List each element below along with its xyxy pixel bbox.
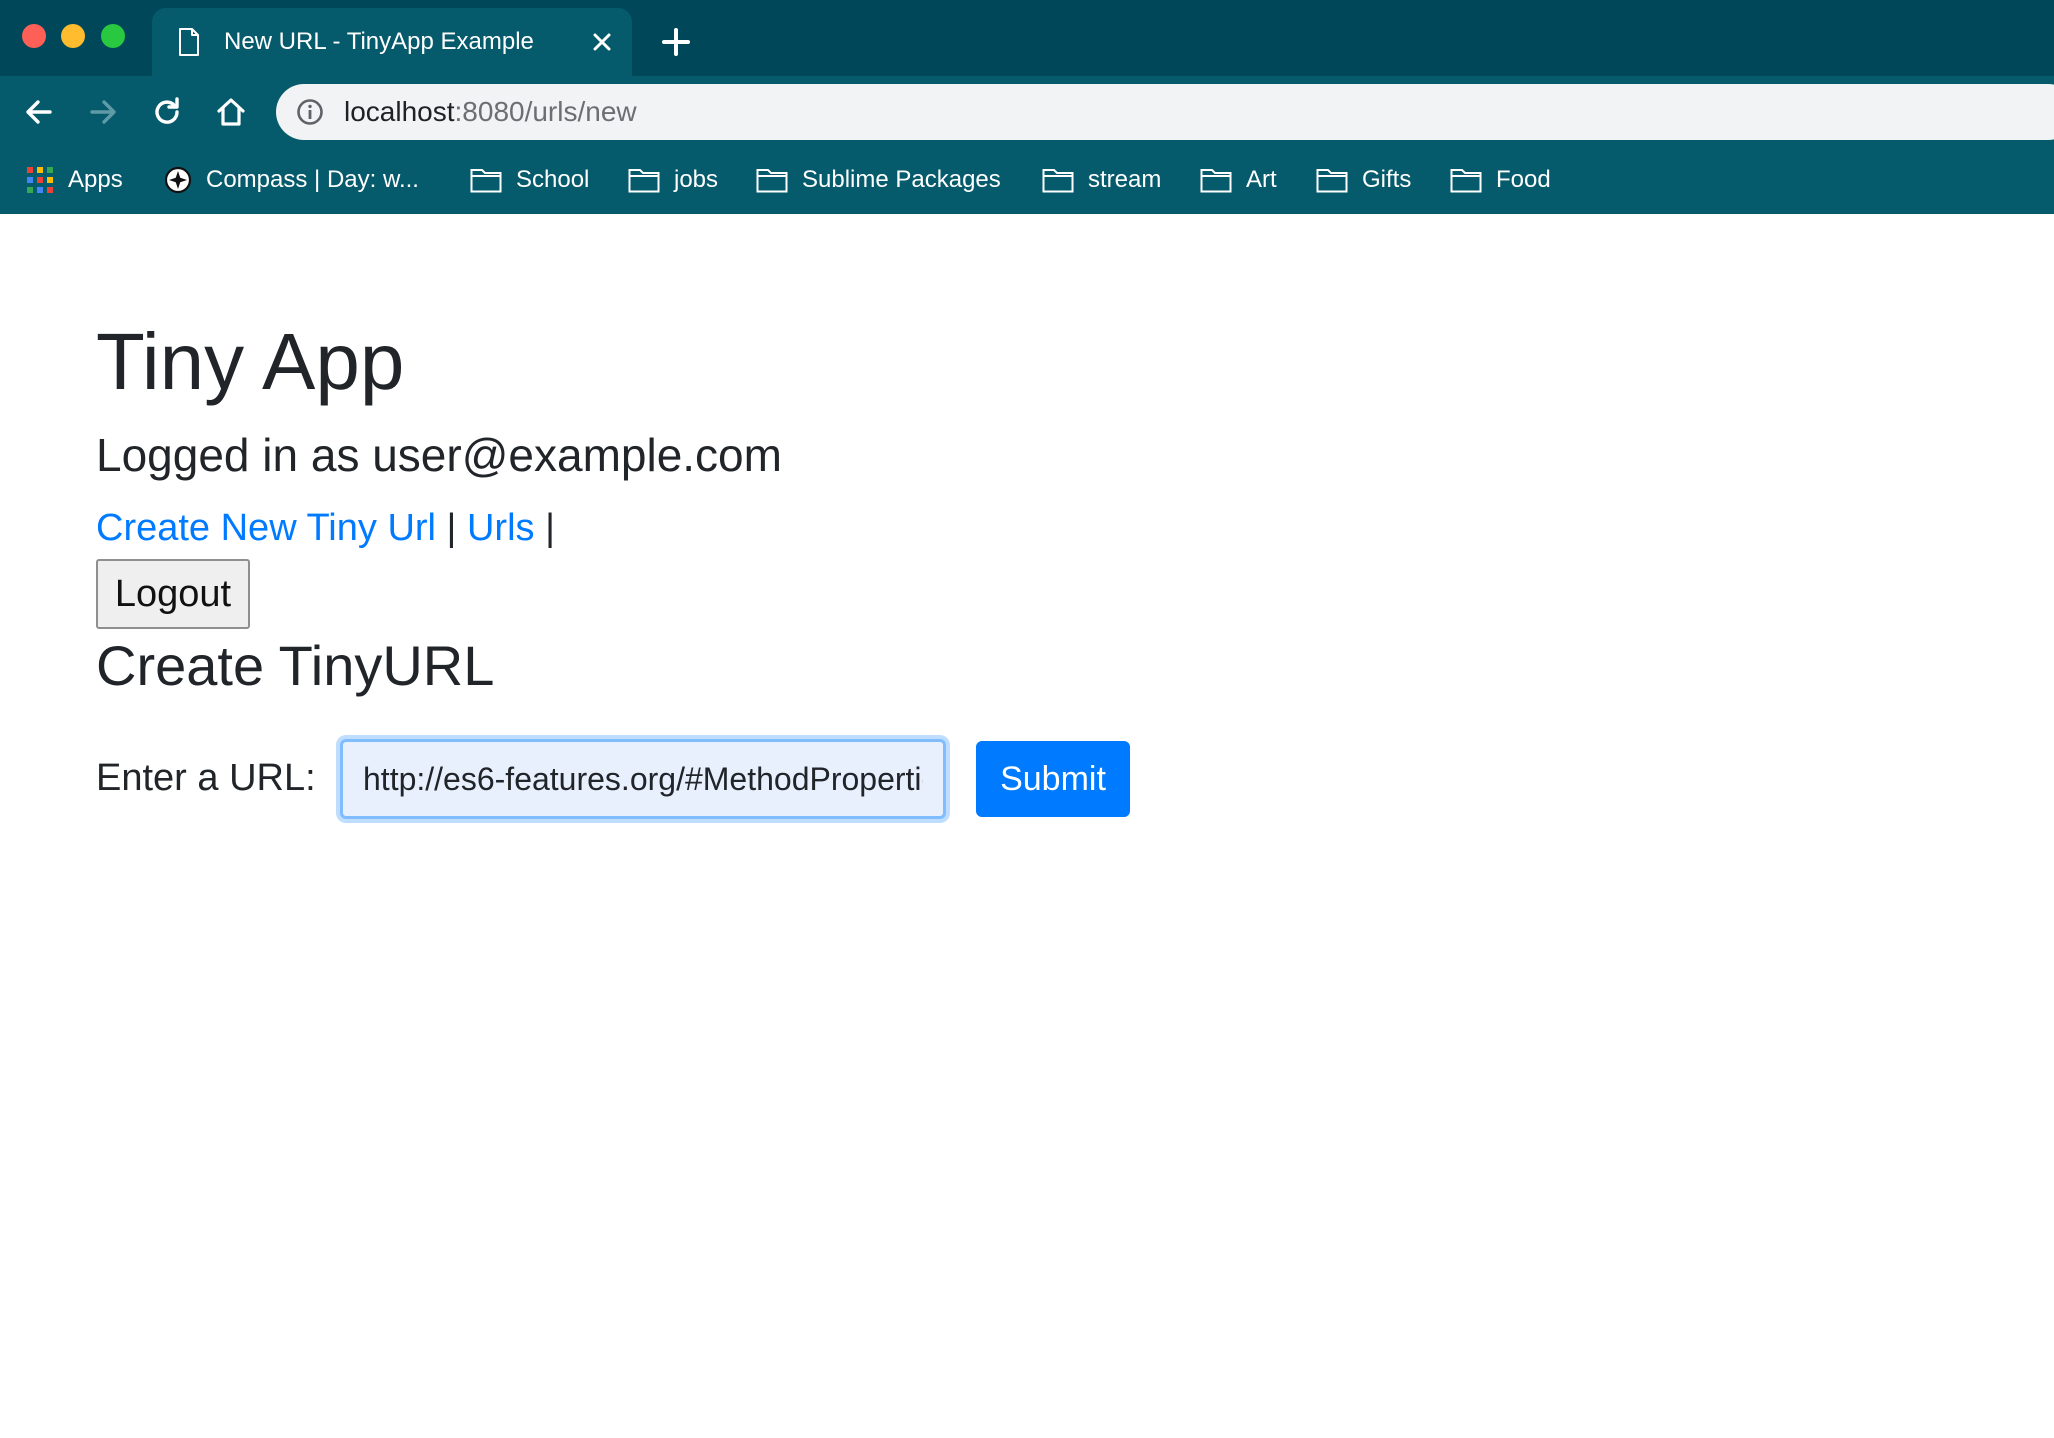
maximize-window-button[interactable] xyxy=(101,24,125,48)
folder-icon xyxy=(470,169,502,193)
bookmark-label: Apps xyxy=(68,166,123,193)
bookmark-label: Gifts xyxy=(1362,166,1412,193)
folder-icon xyxy=(1450,169,1482,193)
bookmark-label: Food xyxy=(1496,166,1551,193)
bookmarks-bar: Apps Compass | Day: w... School jobs Sub… xyxy=(0,148,2054,215)
folder-icon xyxy=(1200,169,1232,193)
create-new-tiny-url-link[interactable]: Create New Tiny Url xyxy=(96,507,436,549)
tab-strip: New URL - TinyApp Example xyxy=(0,0,2054,76)
browser-toolbar: localhost:8080/urls/new xyxy=(0,76,2054,148)
long-url-input[interactable] xyxy=(340,739,946,819)
nav-separator: | xyxy=(545,507,555,549)
apps-grid-icon xyxy=(27,167,53,193)
bookmark-label: School xyxy=(516,166,590,193)
info-icon[interactable] xyxy=(296,98,324,126)
app-title: Tiny App xyxy=(96,317,405,406)
address-url: localhost:8080/urls/new xyxy=(344,97,637,127)
folder-icon xyxy=(756,169,788,193)
home-icon[interactable] xyxy=(214,95,248,129)
submit-button[interactable]: Submit xyxy=(976,741,1130,817)
section-title: Create TinyURL xyxy=(96,634,495,697)
bookmark-compass[interactable]: Compass | Day: w... xyxy=(164,162,419,198)
nav-separator: | xyxy=(446,507,457,549)
bookmark-art[interactable]: Art xyxy=(1200,162,1277,198)
bookmark-food[interactable]: Food xyxy=(1450,162,1551,198)
tab-title: New URL - TinyApp Example xyxy=(224,28,534,55)
bookmark-gifts[interactable]: Gifts xyxy=(1316,162,1411,198)
page-content: Tiny App Logged in as user@example.com C… xyxy=(0,214,2054,1438)
bookmark-label: jobs xyxy=(674,166,719,193)
tab-active[interactable]: New URL - TinyApp Example xyxy=(152,8,632,76)
url-host: localhost xyxy=(344,96,455,127)
address-bar[interactable]: localhost:8080/urls/new xyxy=(276,84,2054,140)
bookmark-apps[interactable]: Apps xyxy=(26,162,123,198)
folder-icon xyxy=(1042,169,1074,193)
folder-icon xyxy=(1316,169,1348,193)
document-icon xyxy=(179,28,199,56)
bookmark-label: Art xyxy=(1246,166,1277,193)
bookmark-school[interactable]: School xyxy=(470,162,589,198)
reload-icon[interactable] xyxy=(150,95,184,129)
logged-in-status: Logged in as user@example.com xyxy=(96,429,782,481)
bookmark-label: stream xyxy=(1088,166,1162,193)
logout-button[interactable]: Logout xyxy=(96,559,250,629)
bookmark-stream[interactable]: stream xyxy=(1042,162,1161,198)
folder-icon xyxy=(628,169,660,193)
url-path: :8080/urls/new xyxy=(454,96,637,127)
back-arrow-icon[interactable] xyxy=(22,95,56,129)
bookmark-label: Compass | Day: w... xyxy=(206,166,419,193)
browser-window: New URL - TinyApp Example localhost:8080… xyxy=(0,0,2054,1438)
bookmark-sublime-packages[interactable]: Sublime Packages xyxy=(756,162,1001,198)
urls-link[interactable]: Urls xyxy=(467,507,535,549)
nav-links: Create New Tiny Url | Urls | xyxy=(96,506,555,550)
minimize-window-button[interactable] xyxy=(61,24,85,48)
new-tab-icon[interactable] xyxy=(660,26,692,58)
bookmark-label: Sublime Packages xyxy=(802,166,1001,193)
bookmark-jobs[interactable]: jobs xyxy=(628,162,718,198)
close-tab-icon[interactable] xyxy=(588,28,616,56)
url-field-label: Enter a URL: xyxy=(96,757,316,799)
close-window-button[interactable] xyxy=(22,24,46,48)
compass-icon xyxy=(164,166,192,194)
forward-arrow-icon[interactable] xyxy=(86,95,120,129)
